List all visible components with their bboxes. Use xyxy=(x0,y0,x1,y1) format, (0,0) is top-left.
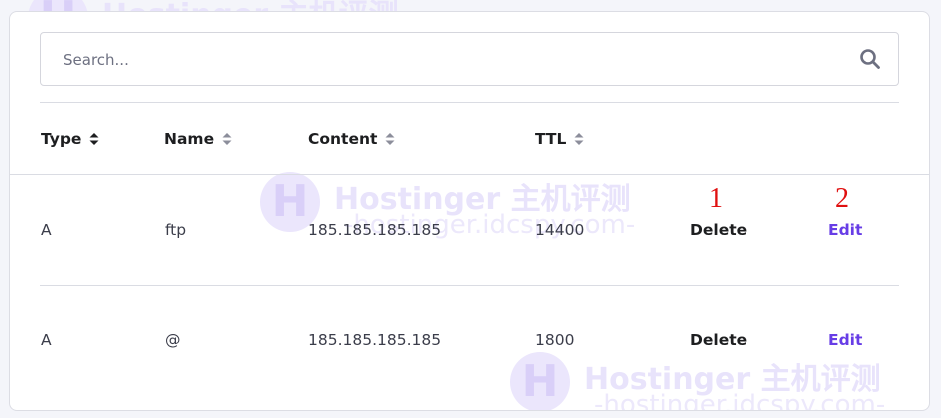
header-divider xyxy=(10,174,929,175)
watermark-subtitle: -hostinger.idcspy.com- xyxy=(594,390,886,411)
record-content: 185.185.185.185 xyxy=(308,221,442,239)
search-icon[interactable] xyxy=(859,48,881,70)
column-header-content[interactable]: Content xyxy=(308,130,395,148)
record-name: @ xyxy=(165,331,181,349)
sort-icon xyxy=(222,133,232,145)
sort-icon xyxy=(385,133,395,145)
annotation-marker-edit: 2 xyxy=(835,183,849,214)
record-name: ftp xyxy=(165,221,187,239)
sort-icon xyxy=(89,133,99,145)
search-input[interactable] xyxy=(61,33,825,87)
column-header-type[interactable]: Type xyxy=(41,130,99,148)
watermark-logo: H xyxy=(510,352,570,410)
column-header-name[interactable]: Name xyxy=(164,130,232,148)
dns-records-card: H Hostinger 主机评测 -hostinger.idcspy.com- … xyxy=(9,11,930,411)
row-divider xyxy=(40,285,899,286)
watermark-title: Hostinger 主机评测 xyxy=(584,362,881,397)
delete-button[interactable]: Delete xyxy=(690,221,747,239)
record-content: 185.185.185.185 xyxy=(308,331,442,349)
delete-button[interactable]: Delete xyxy=(690,331,747,349)
column-header-ttl[interactable]: TTL xyxy=(535,130,584,148)
column-header-label: TTL xyxy=(535,130,567,148)
watermark-title: Hostinger 主机评测 xyxy=(334,182,631,217)
edit-button[interactable]: Edit xyxy=(828,221,862,239)
record-ttl: 14400 xyxy=(535,221,585,239)
record-type: A xyxy=(41,221,52,239)
edit-button[interactable]: Edit xyxy=(828,331,862,349)
record-type: A xyxy=(41,331,52,349)
annotation-marker-delete: 1 xyxy=(709,183,723,214)
column-header-label: Content xyxy=(308,130,378,148)
search-divider xyxy=(40,102,899,103)
search-box xyxy=(40,32,899,87)
column-header-label: Name xyxy=(164,130,215,148)
sort-icon xyxy=(574,133,584,145)
column-header-label: Type xyxy=(41,130,82,148)
record-ttl: 1800 xyxy=(535,331,575,349)
